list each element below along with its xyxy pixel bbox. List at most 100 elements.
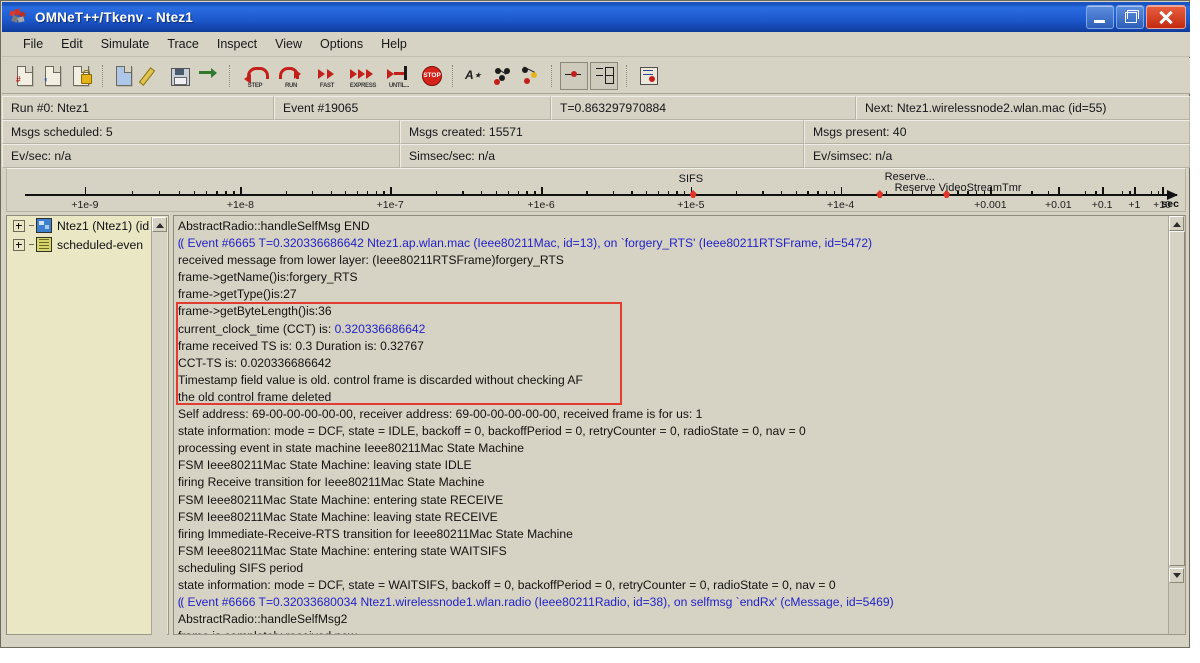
timeline-minor-tick <box>193 191 195 194</box>
log-line: FSM Ieee80211Mac State Machine: leaving … <box>178 509 498 524</box>
timeline-minor-tick <box>1047 191 1050 194</box>
tree-item-label: Ntez1 (Ntez1) (id <box>57 218 150 233</box>
timeline-minor-tick <box>178 191 180 194</box>
log-panel[interactable]: AbstractRadio::handleSelfMsg END⸨ Event … <box>173 215 1186 635</box>
tree-item-scheduled-events[interactable]: scheduled-even <box>7 235 168 254</box>
timeline-minor-tick <box>383 191 385 194</box>
log-line: frame->getType()is:27 <box>178 287 297 302</box>
options-icon[interactable] <box>635 63 661 89</box>
timeline-minor-tick <box>657 191 660 194</box>
menu-simulate[interactable]: Simulate <box>92 35 159 53</box>
omnet-logo-icon <box>9 8 29 26</box>
open-file-icon[interactable] <box>111 63 137 89</box>
timeline-minor-tick <box>216 191 218 194</box>
log-line: AbstractRadio::handleSelfMsg END <box>178 219 370 233</box>
copy-run-icon[interactable]: ◐ <box>40 63 66 89</box>
log-line: state information: mode = DCF, state = I… <box>178 424 806 439</box>
next-label: Next: Ntez1.wirelessnode2.wlan.mac (id=5… <box>856 96 1190 120</box>
run-label: Run #0: Ntez1 <box>2 96 274 120</box>
window-title: OMNeT++/Tkenv - Ntez1 <box>35 9 193 25</box>
menu-trace[interactable]: Trace <box>158 35 208 53</box>
find-objects-icon[interactable]: A⋆ <box>461 63 487 89</box>
log-scrollbar[interactable] <box>1168 216 1185 634</box>
new-run-icon[interactable]: # <box>12 63 38 89</box>
event-log-icon[interactable] <box>590 61 618 90</box>
timeline-minor-tick <box>676 191 678 194</box>
log-line: Timestamp field value is old. control fr… <box>178 372 583 387</box>
timeline-message-label: SIFS <box>678 173 704 185</box>
step-icon[interactable]: STEP <box>238 63 272 89</box>
express-run-icon[interactable]: EXPRESS <box>346 63 380 89</box>
tree-scrollbar[interactable] <box>151 217 167 635</box>
scroll-up-icon[interactable] <box>1169 216 1184 231</box>
log-line: frame received TS is: 0.3 Duration is: 0… <box>178 338 424 353</box>
minimize-button[interactable] <box>1086 5 1114 29</box>
log-line: frame->getName()is:forgery_RTS <box>178 270 358 285</box>
menu-help[interactable]: Help <box>372 35 416 53</box>
load-ned-icon[interactable] <box>68 63 94 89</box>
timeline-tick <box>541 187 543 196</box>
simsec-per-sec-label: Simsec/sec: n/a <box>400 144 804 168</box>
timeline-minor-tick <box>586 191 588 194</box>
expand-plus-icon[interactable] <box>13 238 25 251</box>
tree-item-network[interactable]: Ntez1 (Ntez1) (id <box>7 216 168 235</box>
run-icon[interactable]: RUN <box>274 63 308 89</box>
log-line: FSM Ieee80211Mac State Machine: entering… <box>178 492 504 507</box>
timeline-minor-tick <box>1151 191 1153 194</box>
menu-inspect[interactable]: Inspect <box>208 35 266 53</box>
timeline-minor-tick <box>205 191 208 194</box>
log-line: firing Immediate-Receive-RTS transition … <box>178 526 573 541</box>
timeline-minor-tick <box>826 191 828 194</box>
timeline-minor-tick <box>356 191 359 194</box>
timeline-tick-label: +0.1 <box>1091 199 1113 211</box>
log-line: scheduling SIFS period <box>178 560 304 575</box>
timeline-tick <box>1058 187 1060 196</box>
log-line: frame is completely received now <box>178 628 1168 634</box>
scrollbar-thumb[interactable] <box>1169 231 1185 566</box>
expand-plus-icon[interactable] <box>13 219 25 232</box>
run-until-icon[interactable]: UNTIL... <box>382 63 416 89</box>
timeline-minor-tick <box>1157 191 1160 194</box>
timeline-unit-label: sec <box>1161 198 1179 210</box>
time-label: T=0.863297970884 <box>551 96 856 120</box>
timeline-message-marker[interactable] <box>876 190 884 198</box>
fast-run-icon[interactable]: FAST <box>310 63 344 89</box>
save-icon[interactable] <box>167 63 193 89</box>
menu-options[interactable]: Options <box>311 35 372 53</box>
log-line: FSM Ieee80211Mac State Machine: leaving … <box>178 458 472 473</box>
log-line: firing Receive transition for Ieee80211M… <box>178 475 485 490</box>
msgs-present-label: Msgs present: 40 <box>804 120 1190 144</box>
title-bar: OMNeT++/Tkenv - Ntez1 <box>2 2 1190 32</box>
inspect-objects-icon[interactable] <box>517 63 543 89</box>
timeline-panel[interactable]: +1e-9 +1e-8 +1e-7 +1e-6 +1e-5 +1e-4 +0.001 +0.0… <box>6 168 1186 212</box>
scroll-down-icon[interactable] <box>1169 568 1184 583</box>
log-line: frame->getByteLength()is:36 <box>178 304 332 319</box>
log-line: ⸨ Event #6665 T=0.320336686642 Ntez1.ap.… <box>178 236 873 251</box>
timeline-minor-tick <box>833 191 836 194</box>
status-row-1: Run #0: Ntez1 Event #19065 T=0.863297970… <box>2 96 1190 120</box>
timeline-axis <box>25 190 1178 200</box>
menu-edit[interactable]: Edit <box>52 35 92 53</box>
tree-connector <box>29 244 34 245</box>
stop-icon[interactable]: STOP <box>418 63 444 89</box>
menu-file[interactable]: File <box>14 35 52 53</box>
object-tree-panel[interactable]: Ntez1 (Ntez1) (id scheduled-even <box>6 215 169 635</box>
msgs-created-label: Msgs created: 15571 <box>400 120 804 144</box>
msgs-scheduled-label: Msgs scheduled: 5 <box>2 120 400 144</box>
log-line: processing event in state machine Ieee80… <box>178 441 525 456</box>
timeline-tick-label: +0.01 <box>1045 199 1072 211</box>
timeline-minor-tick <box>631 191 633 194</box>
timeline-toggle-icon[interactable] <box>560 61 588 90</box>
menu-view[interactable]: View <box>266 35 311 53</box>
timeline-minor-tick <box>1129 191 1131 194</box>
inspect-network-icon[interactable] <box>489 63 515 89</box>
rebuild-network-icon[interactable] <box>195 63 221 89</box>
close-button[interactable] <box>1146 5 1186 29</box>
window-controls <box>1086 5 1186 29</box>
log-line: Self address: 69-00-00-00-00-00, receive… <box>178 407 703 422</box>
scroll-up-icon[interactable] <box>152 217 167 232</box>
edit-ini-icon[interactable] <box>138 63 165 89</box>
timeline-minor-tick <box>1095 191 1097 194</box>
timeline-minor-tick <box>762 191 764 194</box>
restore-button[interactable] <box>1116 5 1144 29</box>
